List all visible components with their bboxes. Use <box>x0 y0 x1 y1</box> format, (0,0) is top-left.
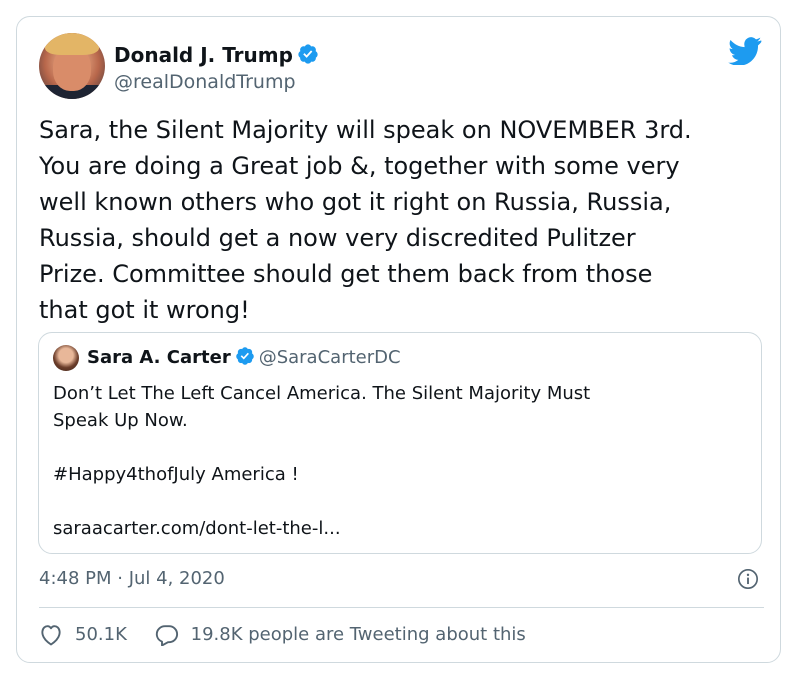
quoted-link[interactable]: saraacarter.com/dont-let-the-l... <box>53 515 743 542</box>
quoted-author-name[interactable]: Sara A. Carter <box>87 347 231 368</box>
quoted-author-row[interactable]: Sara A. Carter @SaraCarterDC <box>87 346 401 373</box>
quoted-author-avatar[interactable] <box>53 345 79 371</box>
tweet-timestamp[interactable]: 4:48 PM · Jul 4, 2020 <box>39 567 225 591</box>
tweet-text: Sara, the Silent Majority will speak on … <box>39 116 692 324</box>
speech-bubble-icon <box>155 625 178 646</box>
author-name[interactable]: Donald J. Trump <box>114 43 293 67</box>
author-name-row[interactable]: Donald J. Trump <box>114 43 319 70</box>
tweeting-action[interactable]: 19.8K people are Tweeting about this <box>155 623 526 647</box>
tweet-actions: 50.1K 19.8K people are Tweeting about th… <box>39 623 548 653</box>
verified-badge-icon <box>297 43 319 70</box>
quoted-text-line-1: Don’t Let The Left Cancel America. The S… <box>53 383 591 404</box>
author-handle[interactable]: @realDonaldTrump <box>114 70 296 94</box>
quoted-tweet[interactable]: Sara A. Carter @SaraCarterDC Don’t Let Th… <box>38 332 762 554</box>
verified-badge-icon <box>235 346 255 373</box>
like-action[interactable]: 50.1K <box>39 623 127 647</box>
author-avatar[interactable] <box>39 33 105 99</box>
quoted-hashtag-line[interactable]: #Happy4thofJuly America ! <box>53 461 743 488</box>
info-icon[interactable] <box>737 568 759 590</box>
quoted-text-line-2: Speak Up Now. <box>53 410 188 431</box>
heart-icon <box>41 625 61 646</box>
like-count: 50.1K <box>75 624 127 645</box>
quoted-author-handle[interactable]: @SaraCarterDC <box>259 347 401 368</box>
twitter-bird-icon[interactable] <box>728 37 762 65</box>
divider <box>39 607 764 608</box>
tweeting-text: 19.8K people are Tweeting about this <box>190 624 526 645</box>
quoted-tweet-text: Don’t Let The Left Cancel America. The S… <box>53 380 743 542</box>
tweet-card: Donald J. Trump @realDonaldTrump Sara, t… <box>16 16 781 663</box>
